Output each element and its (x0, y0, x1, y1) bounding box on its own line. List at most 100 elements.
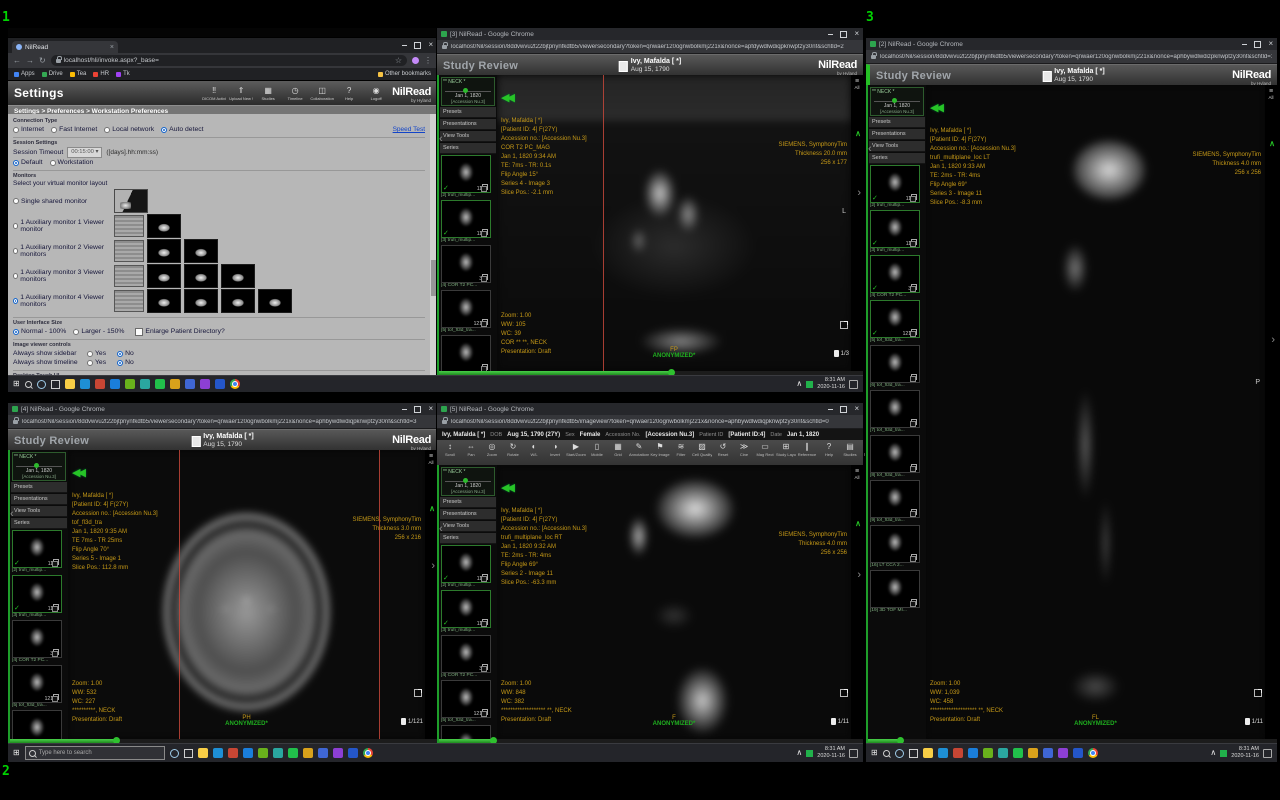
scrollbar-thumb[interactable] (431, 260, 436, 296)
maximize-button[interactable] (840, 31, 847, 38)
expand-icon[interactable] (414, 689, 422, 697)
bookmark-tea[interactable]: Tea (70, 71, 87, 77)
series-thumbnail[interactable]: [6] tof_fl3d_tra... (441, 725, 495, 739)
file-explorer-icon[interactable] (65, 379, 75, 389)
tray-chevron-icon[interactable]: ∧ (796, 380, 802, 388)
toolbar-button-invert[interactable]: ◑Invert (545, 441, 565, 457)
series-thumbnail[interactable]: [6] tof_fl3d_tra... (12, 710, 66, 739)
url-text[interactable]: localhost/hli/invoke.aspx?_base= (64, 57, 392, 64)
nilread-tray-icon[interactable] (806, 750, 813, 757)
taskbar-clock[interactable]: 8:31 AM2020-11-16 (1231, 746, 1259, 759)
bookmark-apps[interactable]: Apps (14, 71, 35, 77)
radio-conn-local-network[interactable]: Local network (104, 126, 154, 133)
address-bar[interactable]: localhost/Nil/session/8ddvwvu2t22bjtpnyn… (866, 50, 1277, 64)
series-thumbnail[interactable]: ✓3[4] COR T2 PC... (870, 255, 924, 298)
session-timeout-select[interactable]: 00:15:00 ▾ (67, 147, 102, 158)
collapse-sidebar-icon[interactable]: ◀◀ (72, 466, 83, 479)
show-all-button[interactable]: ≡All (1265, 88, 1277, 100)
code-icon[interactable] (333, 748, 343, 758)
prev-series-chevron-icon[interactable]: ‹ (439, 133, 443, 145)
sidebar-tab-presets[interactable]: Presets (11, 482, 67, 493)
toolbar-button-filter[interactable]: ≋Filter (671, 441, 691, 457)
office-icon[interactable] (228, 748, 238, 758)
url-text[interactable]: localhost/Nil/session/8ddvwvu2t22bjtpnyn… (22, 419, 432, 425)
sidebar-tab-view-tools[interactable]: View Tools (869, 141, 925, 152)
task-view-icon[interactable] (51, 380, 60, 389)
address-bar[interactable]: localhost/Nil/session/8ddvwvu2t22bjtpnyn… (437, 40, 863, 54)
radio-always-show-sidebar-yes[interactable]: Yes (87, 350, 106, 357)
taskbar-clock[interactable]: 8:31 AM2020-11-16 (817, 377, 845, 390)
radio-conn-fast-internet[interactable]: Fast Internet (51, 126, 97, 133)
toolbar-button-reference[interactable]: ∥Reference (797, 441, 817, 457)
radio-uisize-larger-150[interactable]: Larger - 150% (73, 328, 124, 335)
start-button[interactable]: ⊞ (13, 749, 20, 757)
sidebar-tab-presentations[interactable]: Presentations (440, 509, 496, 520)
series-thumbnail[interactable]: ✓11[3] trufi_multip... (12, 575, 66, 618)
teams-icon[interactable] (273, 748, 283, 758)
nilread-tray-icon[interactable] (806, 381, 813, 388)
taskbar-clock[interactable]: 8:31 AM2020-11-16 (817, 746, 845, 759)
image-viewport[interactable]: ◀◀Ivy, Mafalda [ *][Patient ID: 4] F(27Y… (68, 450, 425, 739)
minimize-button[interactable] (402, 45, 407, 46)
edge-icon[interactable] (110, 379, 120, 389)
series-thumbnail[interactable]: ✓11[2] trufi_multip... (870, 165, 924, 208)
series-thumbnail[interactable]: [7] tof_fl3d_tra... (870, 390, 924, 433)
prev-series-chevron-icon[interactable]: ‹ (10, 508, 14, 520)
toolbar-button-pan[interactable]: ⇔Pan (461, 441, 481, 457)
toolbar-button-rotate[interactable]: ↻Rotate (503, 441, 523, 457)
search-input[interactable]: Type here to search (25, 746, 165, 760)
series-thumbnail[interactable]: ✓11[3] trufi_multip... (441, 590, 495, 633)
prev-series-chevron-icon[interactable]: ‹ (868, 143, 872, 155)
show-all-button[interactable]: ≡All (851, 78, 863, 90)
sidebar-tab-series[interactable]: Series (11, 518, 67, 529)
next-series-chevron-icon[interactable]: › (431, 560, 435, 572)
tray-chevron-icon[interactable]: ∧ (796, 749, 802, 757)
radio-conn-internet[interactable]: Internet (13, 126, 44, 133)
notification-center-icon[interactable] (849, 749, 858, 758)
toolbar-button-studies[interactable]: ▤Studies (840, 441, 860, 457)
url-text[interactable]: localhost/Nil/session/8ddvwvu2t22bjtpnyn… (451, 419, 858, 425)
paint-icon[interactable] (1043, 748, 1053, 758)
tab-close-icon[interactable]: × (110, 44, 114, 51)
bookmark-star-icon[interactable]: ☆ (395, 57, 402, 65)
toolbar-button-help[interactable]: ?Help (819, 441, 839, 457)
radio-conn-auto-detect[interactable]: Auto detect (161, 126, 203, 133)
file-explorer-icon[interactable] (198, 748, 208, 758)
scroll-up-icon[interactable]: ∧ (855, 519, 861, 528)
store-icon[interactable] (1073, 748, 1083, 758)
nilread-icon[interactable] (1013, 748, 1023, 758)
show-all-button[interactable]: ≡All (851, 468, 863, 480)
photos-icon[interactable] (170, 379, 180, 389)
onenote-icon[interactable] (125, 379, 135, 389)
scroll-up-icon[interactable]: ∧ (855, 129, 861, 138)
maximize-button[interactable] (414, 406, 421, 413)
photos-icon[interactable] (1028, 748, 1038, 758)
office-icon[interactable] (95, 379, 105, 389)
teams-icon[interactable] (140, 379, 150, 389)
maximize-button[interactable] (1254, 41, 1261, 48)
series-thumbnail[interactable]: 3[4] COR T2 PC... (441, 635, 495, 678)
collapse-sidebar-icon[interactable]: ◀◀ (501, 481, 512, 494)
radio-always-show-timeline-yes[interactable]: Yes (87, 359, 106, 366)
series-thumbnail[interactable]: ✓11[3] trufi_multip... (870, 210, 924, 253)
start-button[interactable]: ⊞ (13, 380, 20, 388)
series-thumbnail[interactable]: 121[5] tof_fl3d_tra... (441, 290, 495, 333)
series-thumbnail[interactable]: [19] 3D TOF MI... (870, 570, 924, 613)
timeline-navigator[interactable]: ** NECK *Jan 1, 1820[Accession Nu.3] (441, 77, 495, 106)
monitor-layout-option[interactable]: 1 Auxiliary monitor 2 Viewer monitors (13, 239, 425, 263)
sidebar-tab-presentations[interactable]: Presentations (869, 129, 925, 140)
header-tool-dicom-activity[interactable]: ‼DICOM Activity (202, 86, 226, 101)
edge-icon[interactable] (243, 748, 253, 758)
radio-session-default[interactable]: Default (13, 159, 43, 166)
series-thumbnail[interactable]: ✓11[2] trufi_multip... (441, 155, 495, 198)
scroll-up-icon[interactable]: ∧ (429, 504, 435, 513)
mail-icon[interactable] (938, 748, 948, 758)
image-viewport[interactable]: ◀◀Ivy, Mafalda [ *][Patient ID: 4] F(27Y… (926, 85, 1265, 739)
sidebar-tab-view-tools[interactable]: View Tools (440, 521, 496, 532)
series-thumbnail[interactable]: 3[4] COR T2 PC... (12, 620, 66, 663)
mail-icon[interactable] (80, 379, 90, 389)
patient-chip[interactable]: Ivy, Mafalda [ *] Aug 15, 1790 (1042, 68, 1104, 85)
expand-icon[interactable] (1254, 689, 1262, 697)
toolbar-button-scroll[interactable]: ↕Scroll (440, 441, 460, 457)
address-bar[interactable]: localhost/Nil/session/8ddvwvu2t22bjtpnyn… (437, 415, 863, 429)
